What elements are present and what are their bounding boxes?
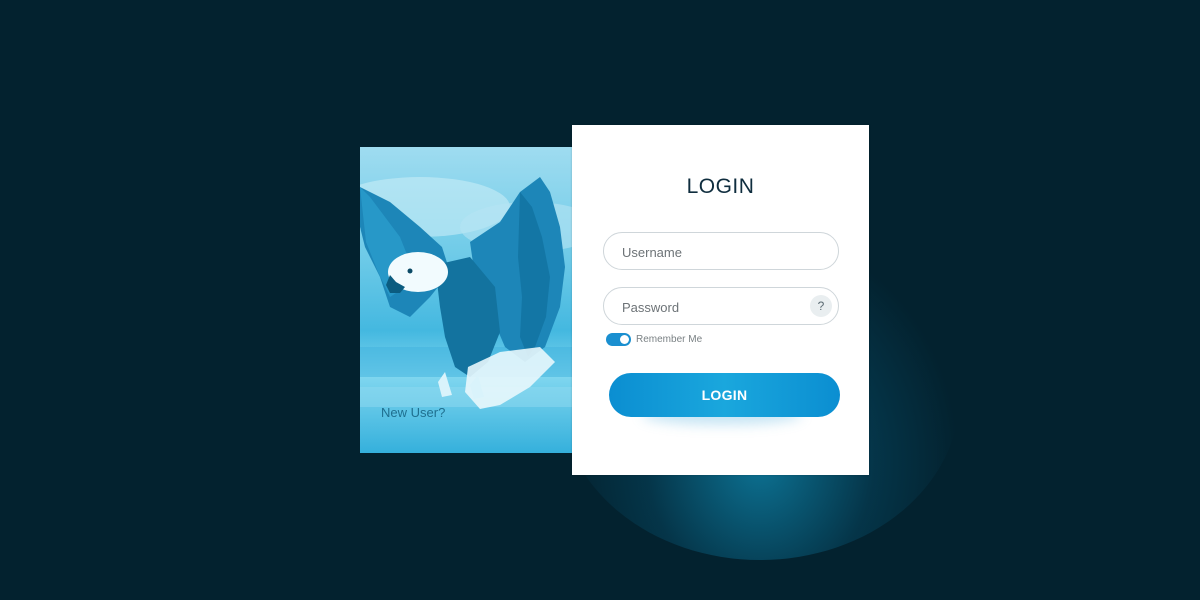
login-button[interactable]: LOGIN bbox=[609, 373, 840, 417]
password-field[interactable]: ? bbox=[603, 287, 839, 326]
login-card: LOGIN ? Remember Me LOGIN bbox=[572, 125, 869, 475]
username-input[interactable] bbox=[620, 233, 804, 271]
password-input[interactable] bbox=[620, 288, 804, 326]
remember-me-label: Remember Me bbox=[636, 334, 703, 345]
image-panel: New User? bbox=[360, 147, 572, 453]
login-title: LOGIN bbox=[686, 175, 755, 198]
remember-me-toggle[interactable] bbox=[606, 333, 631, 346]
new-user-link[interactable]: New User? bbox=[381, 405, 445, 420]
toggle-knob bbox=[620, 335, 629, 344]
username-field[interactable] bbox=[603, 232, 839, 271]
password-help-icon[interactable]: ? bbox=[810, 295, 832, 317]
